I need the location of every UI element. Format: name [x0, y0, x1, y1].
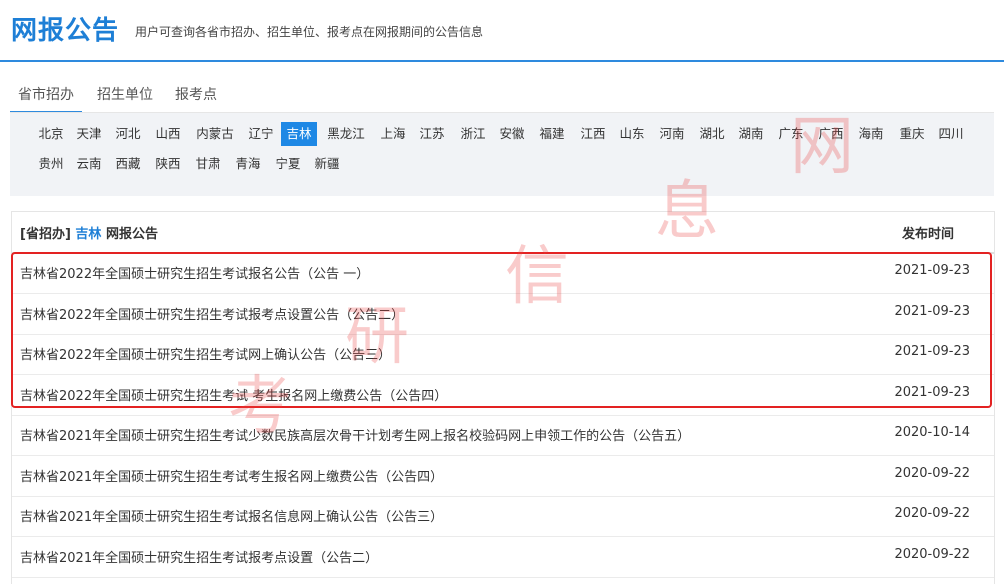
table-row[interactable]: 吉林省2021年全国硕士研究生招生考试报名信息网上确认公告（公告三） 2020-0… — [12, 496, 994, 537]
province-item[interactable]: 北京 — [36, 122, 66, 146]
province-item[interactable]: 湖南 — [736, 122, 766, 146]
announcement-title-link[interactable]: 吉林省2022年全国硕士研究生招生考试报考点设置公告（公告二） — [20, 304, 404, 323]
table-title: [省招办] 吉林 网报公告 — [20, 223, 158, 242]
page-title: 网报公告 — [11, 16, 120, 46]
province-item[interactable]: 山西 — [153, 122, 183, 146]
tab-provincial-office[interactable]: 省市招办 — [10, 80, 82, 113]
table-row[interactable]: 吉林省2022年全国硕士研究生招生考试网上确认公告（公告三） 2021-09-23 — [12, 334, 994, 375]
table-row[interactable]: 吉林省2021年全国硕士研究生招生考试报考点设置（公告二） 2020-09-22 — [12, 537, 994, 578]
table-title-suffix: 网报公告 — [105, 227, 158, 242]
province-item[interactable]: 海南 — [856, 122, 886, 146]
publish-date: 2021-09-23 — [894, 263, 970, 278]
province-item[interactable]: 江苏 — [417, 122, 447, 146]
province-item[interactable]: 湖北 — [697, 122, 727, 146]
table-row[interactable]: 吉林省2022年全国硕士研究生招生考试报考点设置公告（公告二） 2021-09-2… — [12, 294, 994, 335]
province-item[interactable]: 吉林 — [281, 122, 317, 146]
page-subtitle: 用户可查询各省市招办、招生单位、报考点在网报期间的公告信息 — [135, 25, 484, 39]
announcement-title-link[interactable]: 吉林省2022年全国硕士研究生招生考试报名公告（公告 一） — [20, 263, 369, 282]
publish-date: 2021-09-23 — [894, 303, 970, 319]
province-item[interactable]: 河南 — [657, 122, 687, 146]
page-header: 网报公告 用户可查询各省市招办、招生单位、报考点在网报期间的公告信息 — [0, 0, 1004, 62]
table-row[interactable]: 吉林省2021年全国硕士研究生招生考试少数民族高层次骨干计划考生网上报名校验码网… — [12, 415, 994, 456]
province-item[interactable]: 贵州 — [36, 152, 66, 176]
province-item[interactable]: 内蒙古 — [195, 122, 235, 146]
publish-date: 2021-09-23 — [894, 344, 970, 359]
announcement-title-link[interactable]: 吉林省2021年全国硕士研究生招生考试报考点设置（公告二） — [20, 547, 378, 566]
announcement-title-link[interactable]: 吉林省2022年全国硕士研究生招生考试 考生报名网上缴费公告（公告四） — [20, 385, 447, 404]
province-item[interactable]: 上海 — [378, 122, 408, 146]
province-item[interactable]: 辽宁 — [246, 122, 276, 146]
announcement-title-link[interactable]: 吉林省2022年全国硕士研究生招生考试网上确认公告（公告三） — [20, 344, 391, 363]
province-item[interactable]: 江西 — [578, 122, 608, 146]
category-tabs: 省市招办 招生单位 报考点 — [10, 80, 994, 113]
province-item[interactable]: 新疆 — [312, 152, 342, 176]
province-item[interactable]: 宁夏 — [273, 152, 303, 176]
province-item[interactable]: 云南 — [74, 152, 104, 176]
province-item[interactable]: 福建 — [537, 122, 567, 146]
announcement-title-link[interactable]: 吉林省2021年全国硕士研究生招生考试报名信息网上确认公告（公告三） — [20, 506, 443, 525]
table-row[interactable]: 吉林省2022年全国硕士研究生招生考试 考生报名网上缴费公告（公告四） 2021-… — [12, 375, 994, 416]
announcement-table: [省招办] 吉林 网报公告 发布时间 吉林省2022年全国硕士研究生招生考试报名… — [11, 211, 995, 584]
province-item[interactable]: 甘肃 — [193, 152, 223, 176]
date-column-header: 发布时间 — [901, 227, 954, 242]
table-title-province[interactable]: 吉林 — [75, 227, 101, 242]
table-header: [省招办] 吉林 网报公告 发布时间 — [12, 212, 994, 254]
province-selector: 北京 天津 河北 山西 内蒙古 辽宁 吉林 黑龙江 上海 江苏 浙江 安徽 福建 江西 山东 河南 湖北 湖南 广东… — [10, 113, 994, 196]
table-row[interactable]: 吉林省2022年全国硕士研究生招生考试报名公告（公告 一） 2021-09-23 — [12, 253, 994, 294]
publish-date: 2020-09-22 — [894, 546, 970, 562]
table-title-prefix: [省招办] — [20, 227, 71, 242]
publish-date: 2020-09-22 — [894, 506, 970, 521]
province-item[interactable]: 河北 — [113, 122, 143, 146]
announcement-title-link[interactable]: 吉林省2021年全国硕士研究生招生考试少数民族高层次骨干计划考生网上报名校验码网… — [20, 425, 690, 444]
province-item[interactable]: 广东 — [776, 122, 806, 146]
province-item[interactable]: 青海 — [233, 152, 263, 176]
province-item[interactable]: 广西 — [816, 122, 846, 146]
province-item[interactable]: 山东 — [617, 122, 647, 146]
province-item[interactable]: 黑龙江 — [325, 122, 367, 146]
province-item[interactable]: 重庆 — [897, 122, 927, 146]
province-item[interactable]: 浙江 — [458, 122, 488, 146]
province-item[interactable]: 陕西 — [153, 152, 183, 176]
announcement-title-link[interactable]: 吉林省2021年全国硕士研究生招生考试考生报名网上缴费公告（公告四） — [20, 466, 443, 485]
publish-date: 2020-09-22 — [894, 465, 970, 481]
publish-date: 2021-09-23 — [894, 384, 970, 400]
table-row[interactable]: 吉林省2021年全国硕士研究生招生考试考生报名网上缴费公告（公告四） 2020-0… — [12, 456, 994, 497]
publish-date: 2020-10-14 — [894, 425, 970, 440]
province-item[interactable]: 安徽 — [497, 122, 527, 146]
tab-exam-site[interactable]: 报考点 — [167, 80, 225, 111]
province-item[interactable]: 西藏 — [113, 152, 143, 176]
province-item[interactable]: 天津 — [74, 122, 104, 146]
province-item[interactable]: 四川 — [936, 122, 966, 146]
tab-institution[interactable]: 招生单位 — [89, 80, 161, 111]
